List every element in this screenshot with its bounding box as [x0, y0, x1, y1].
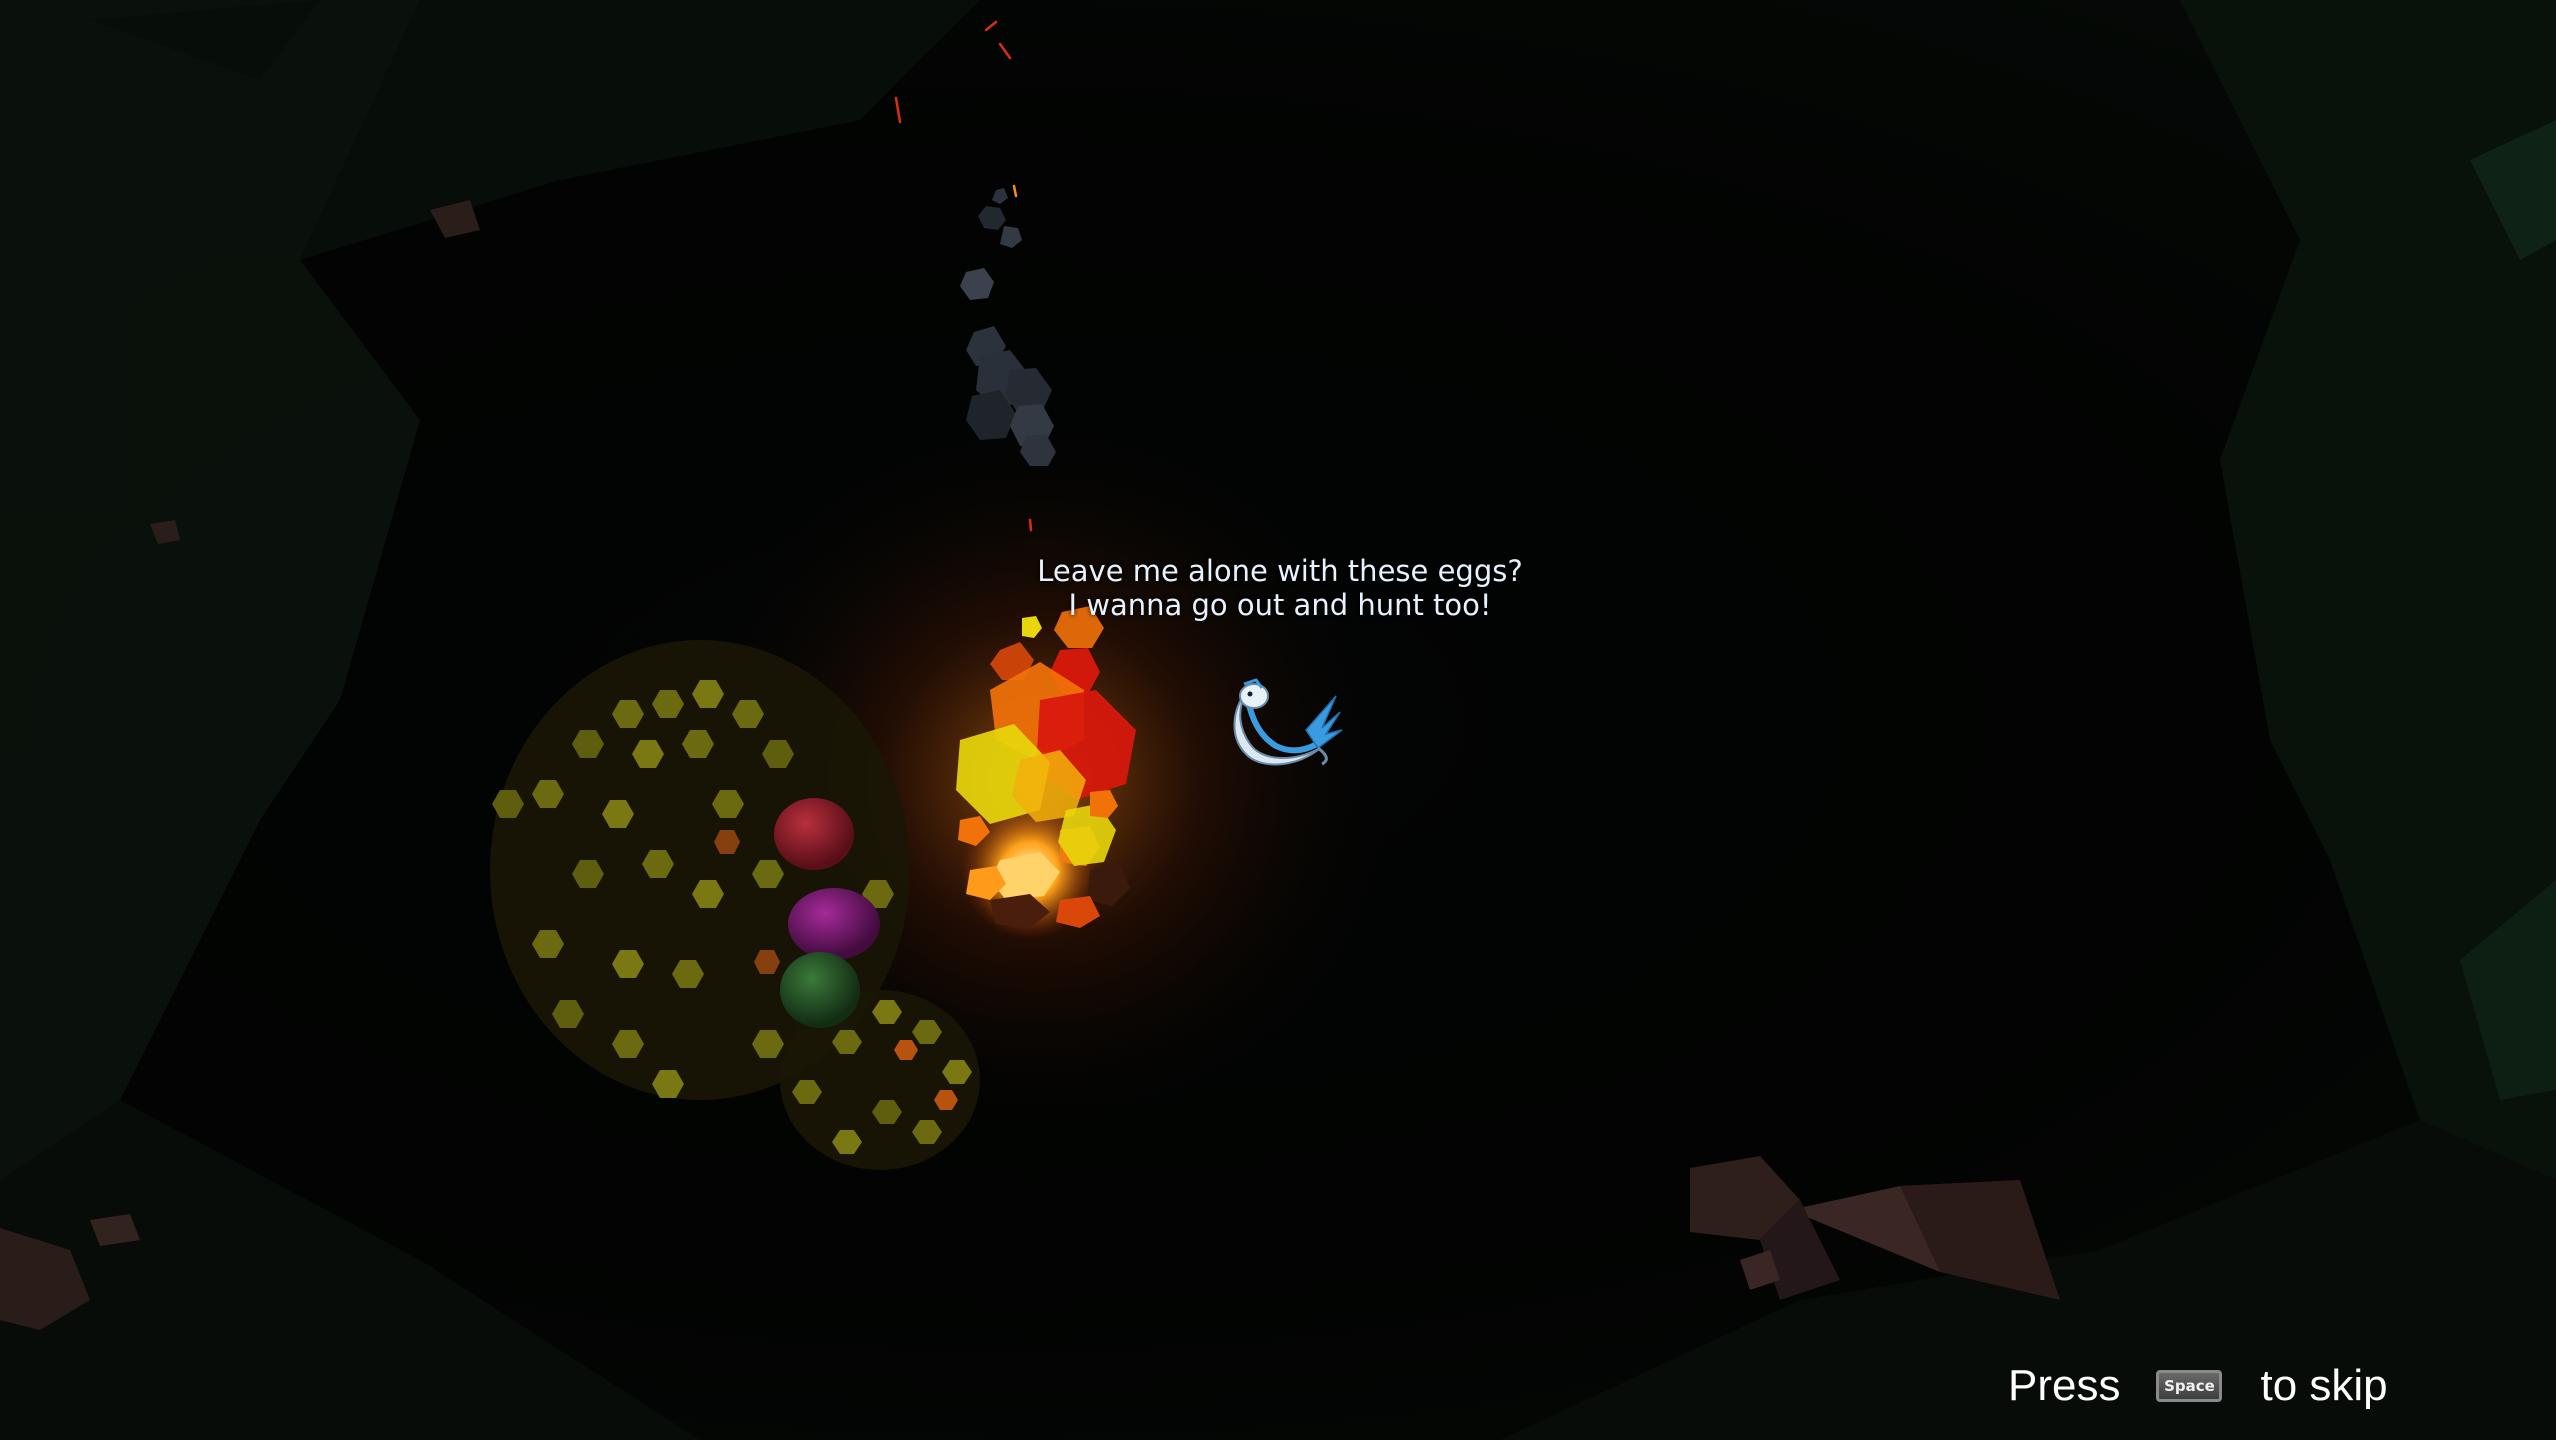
smoke-column	[960, 188, 1056, 466]
space-key-icon: Space	[2156, 1370, 2223, 1402]
skip-hint: Press Space to skip	[2008, 1354, 2388, 1418]
dialogue-text: Leave me alone with these eggs? I wanna …	[1037, 554, 1523, 622]
cave-wall-right	[2180, 0, 2556, 1180]
rock-cluster-bottom-right	[1690, 1156, 2060, 1300]
skip-hint-press-label: Press	[2008, 1361, 2121, 1410]
skip-hint-suffix-label: to skip	[2260, 1361, 2388, 1410]
egg-red	[774, 798, 854, 870]
cave-terrain	[0, 0, 2556, 1440]
game-scene: Leave me alone with these eggs? I wanna …	[0, 0, 2556, 1440]
egg-green	[780, 952, 860, 1028]
egg-purple	[788, 888, 880, 960]
